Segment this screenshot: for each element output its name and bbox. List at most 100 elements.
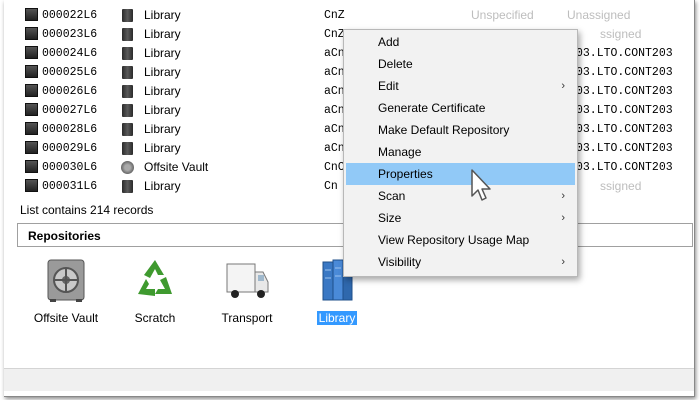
chevron-right-icon: ›: [561, 190, 565, 202]
volume-id: 000026L6: [42, 85, 98, 98]
volume-code: CnZ: [324, 28, 345, 41]
volume-code: aCn: [324, 85, 345, 98]
location: Library: [144, 46, 181, 60]
vault-icon: [47, 259, 85, 302]
volume-code: CnC: [324, 161, 345, 174]
library-icon: [122, 104, 133, 117]
volume-id: 000029L6: [42, 142, 98, 155]
menu-item-edit[interactable]: Edit ›: [346, 75, 575, 97]
library-icon: [122, 28, 133, 41]
menu-item-properties[interactable]: Properties: [346, 163, 575, 185]
menu-item-add[interactable]: Add: [346, 31, 575, 53]
volume-id: 000031L6: [42, 180, 98, 193]
location: Library: [144, 65, 181, 79]
menu-item-label: Delete: [378, 57, 413, 71]
location: Library: [144, 103, 181, 117]
recycle-icon: [138, 260, 172, 296]
status-strip: [4, 368, 694, 391]
location: Library: [144, 179, 181, 193]
menu-item-label: Edit: [378, 79, 399, 93]
menu-item-visibility[interactable]: Visibility ›: [346, 251, 575, 273]
location: Library: [144, 8, 181, 22]
menu-item-size[interactable]: Size ›: [346, 207, 575, 229]
status-text: Unspecified: [471, 8, 534, 22]
library-icon: [122, 142, 133, 155]
location: Library: [144, 141, 181, 155]
assignment-text: ssigned: [600, 179, 642, 193]
menu-item-label: Manage: [378, 145, 422, 159]
library-icon: [122, 85, 133, 98]
volume-id: 000023L6: [42, 28, 98, 41]
tape-icon: [25, 27, 38, 40]
repository-transport[interactable]: Transport: [207, 256, 287, 325]
volume-id: 000027L6: [42, 104, 98, 117]
repositories-title: Repositories: [28, 229, 101, 243]
menu-item-label: Visibility: [378, 255, 422, 269]
container-path: 03.LTO.CONT203: [576, 142, 673, 155]
location: Library: [144, 84, 181, 98]
tape-icon: [25, 65, 38, 78]
menu-item-label: Scan: [378, 189, 406, 203]
volume-id: 000028L6: [42, 123, 98, 136]
volume-code: aCn: [324, 104, 345, 117]
location: Offsite Vault: [144, 160, 209, 174]
menu-item-label: Add: [378, 35, 400, 49]
record-count: List contains 214 records: [20, 203, 154, 217]
tape-icon: [25, 122, 38, 135]
menu-item-scan[interactable]: Scan ›: [346, 185, 575, 207]
container-path: 03.LTO.CONT203: [576, 104, 673, 117]
library-icon: [122, 123, 133, 136]
tape-icon: [25, 46, 38, 59]
repository-label: Scratch: [134, 311, 176, 325]
repository-scratch[interactable]: Scratch: [115, 256, 195, 325]
repository-offsite-vault[interactable]: Offsite Vault: [26, 256, 106, 325]
container-path: 03.LTO.CONT203: [576, 123, 673, 136]
repository-label: Transport: [221, 311, 273, 325]
menu-item-manage[interactable]: Manage: [346, 141, 575, 163]
location: Library: [144, 122, 181, 136]
library-icon: [122, 47, 133, 60]
volume-code: aCn: [324, 123, 345, 136]
assignment-text: Unassigned: [567, 8, 631, 22]
table-row[interactable]: 000022L6 Library CnZ Unspecified Unassig…: [22, 6, 682, 25]
volume-id: 000022L6: [42, 9, 98, 22]
volume-id: 000030L6: [42, 161, 98, 174]
menu-item-label: Generate Certificate: [378, 101, 486, 115]
context-menu: Add Delete Edit › Generate Certificate Ma…: [343, 29, 578, 277]
menu-item-view-repository-usage-map[interactable]: View Repository Usage Map: [346, 229, 575, 251]
tape-icon: [25, 84, 38, 97]
menu-item-generate-certificate[interactable]: Generate Certificate: [346, 97, 575, 119]
volume-code: aCn: [324, 47, 345, 60]
chevron-right-icon: ›: [561, 212, 565, 224]
tape-icon: [25, 141, 38, 154]
container-path: 03.LTO.CONT203: [576, 161, 673, 174]
volume-code: aCn: [324, 66, 345, 79]
library-icon: [122, 66, 133, 79]
repository-label: Library: [316, 311, 358, 325]
menu-item-label: Make Default Repository: [378, 123, 510, 137]
menu-item-label: Size: [378, 211, 402, 225]
menu-item-label: Properties: [378, 167, 433, 181]
chevron-right-icon: ›: [561, 256, 565, 268]
volume-id: 000024L6: [42, 47, 98, 60]
assignment-text: ssigned: [600, 27, 642, 41]
chevron-right-icon: ›: [561, 80, 565, 92]
mouse-pointer-icon: [471, 169, 491, 201]
container-path: 03.LTO.CONT203: [576, 85, 673, 98]
tape-icon: [25, 160, 38, 173]
repository-label: Offsite Vault: [33, 311, 99, 325]
vault-icon: [121, 161, 134, 174]
menu-item-label: View Repository Usage Map: [378, 233, 530, 247]
volume-code: Cn: [324, 180, 338, 193]
tape-icon: [25, 8, 38, 21]
library-icon: [122, 180, 133, 193]
tape-icon: [25, 179, 38, 192]
location: Library: [144, 27, 181, 41]
volume-code: CnZ: [324, 9, 345, 22]
container-path: 03.LTO.CONT203: [576, 66, 673, 79]
truck-icon: [226, 263, 269, 298]
menu-item-make-default-repository[interactable]: Make Default Repository: [346, 119, 575, 141]
library-icon: [122, 9, 133, 22]
menu-item-delete[interactable]: Delete: [346, 53, 575, 75]
volume-id: 000025L6: [42, 66, 98, 79]
